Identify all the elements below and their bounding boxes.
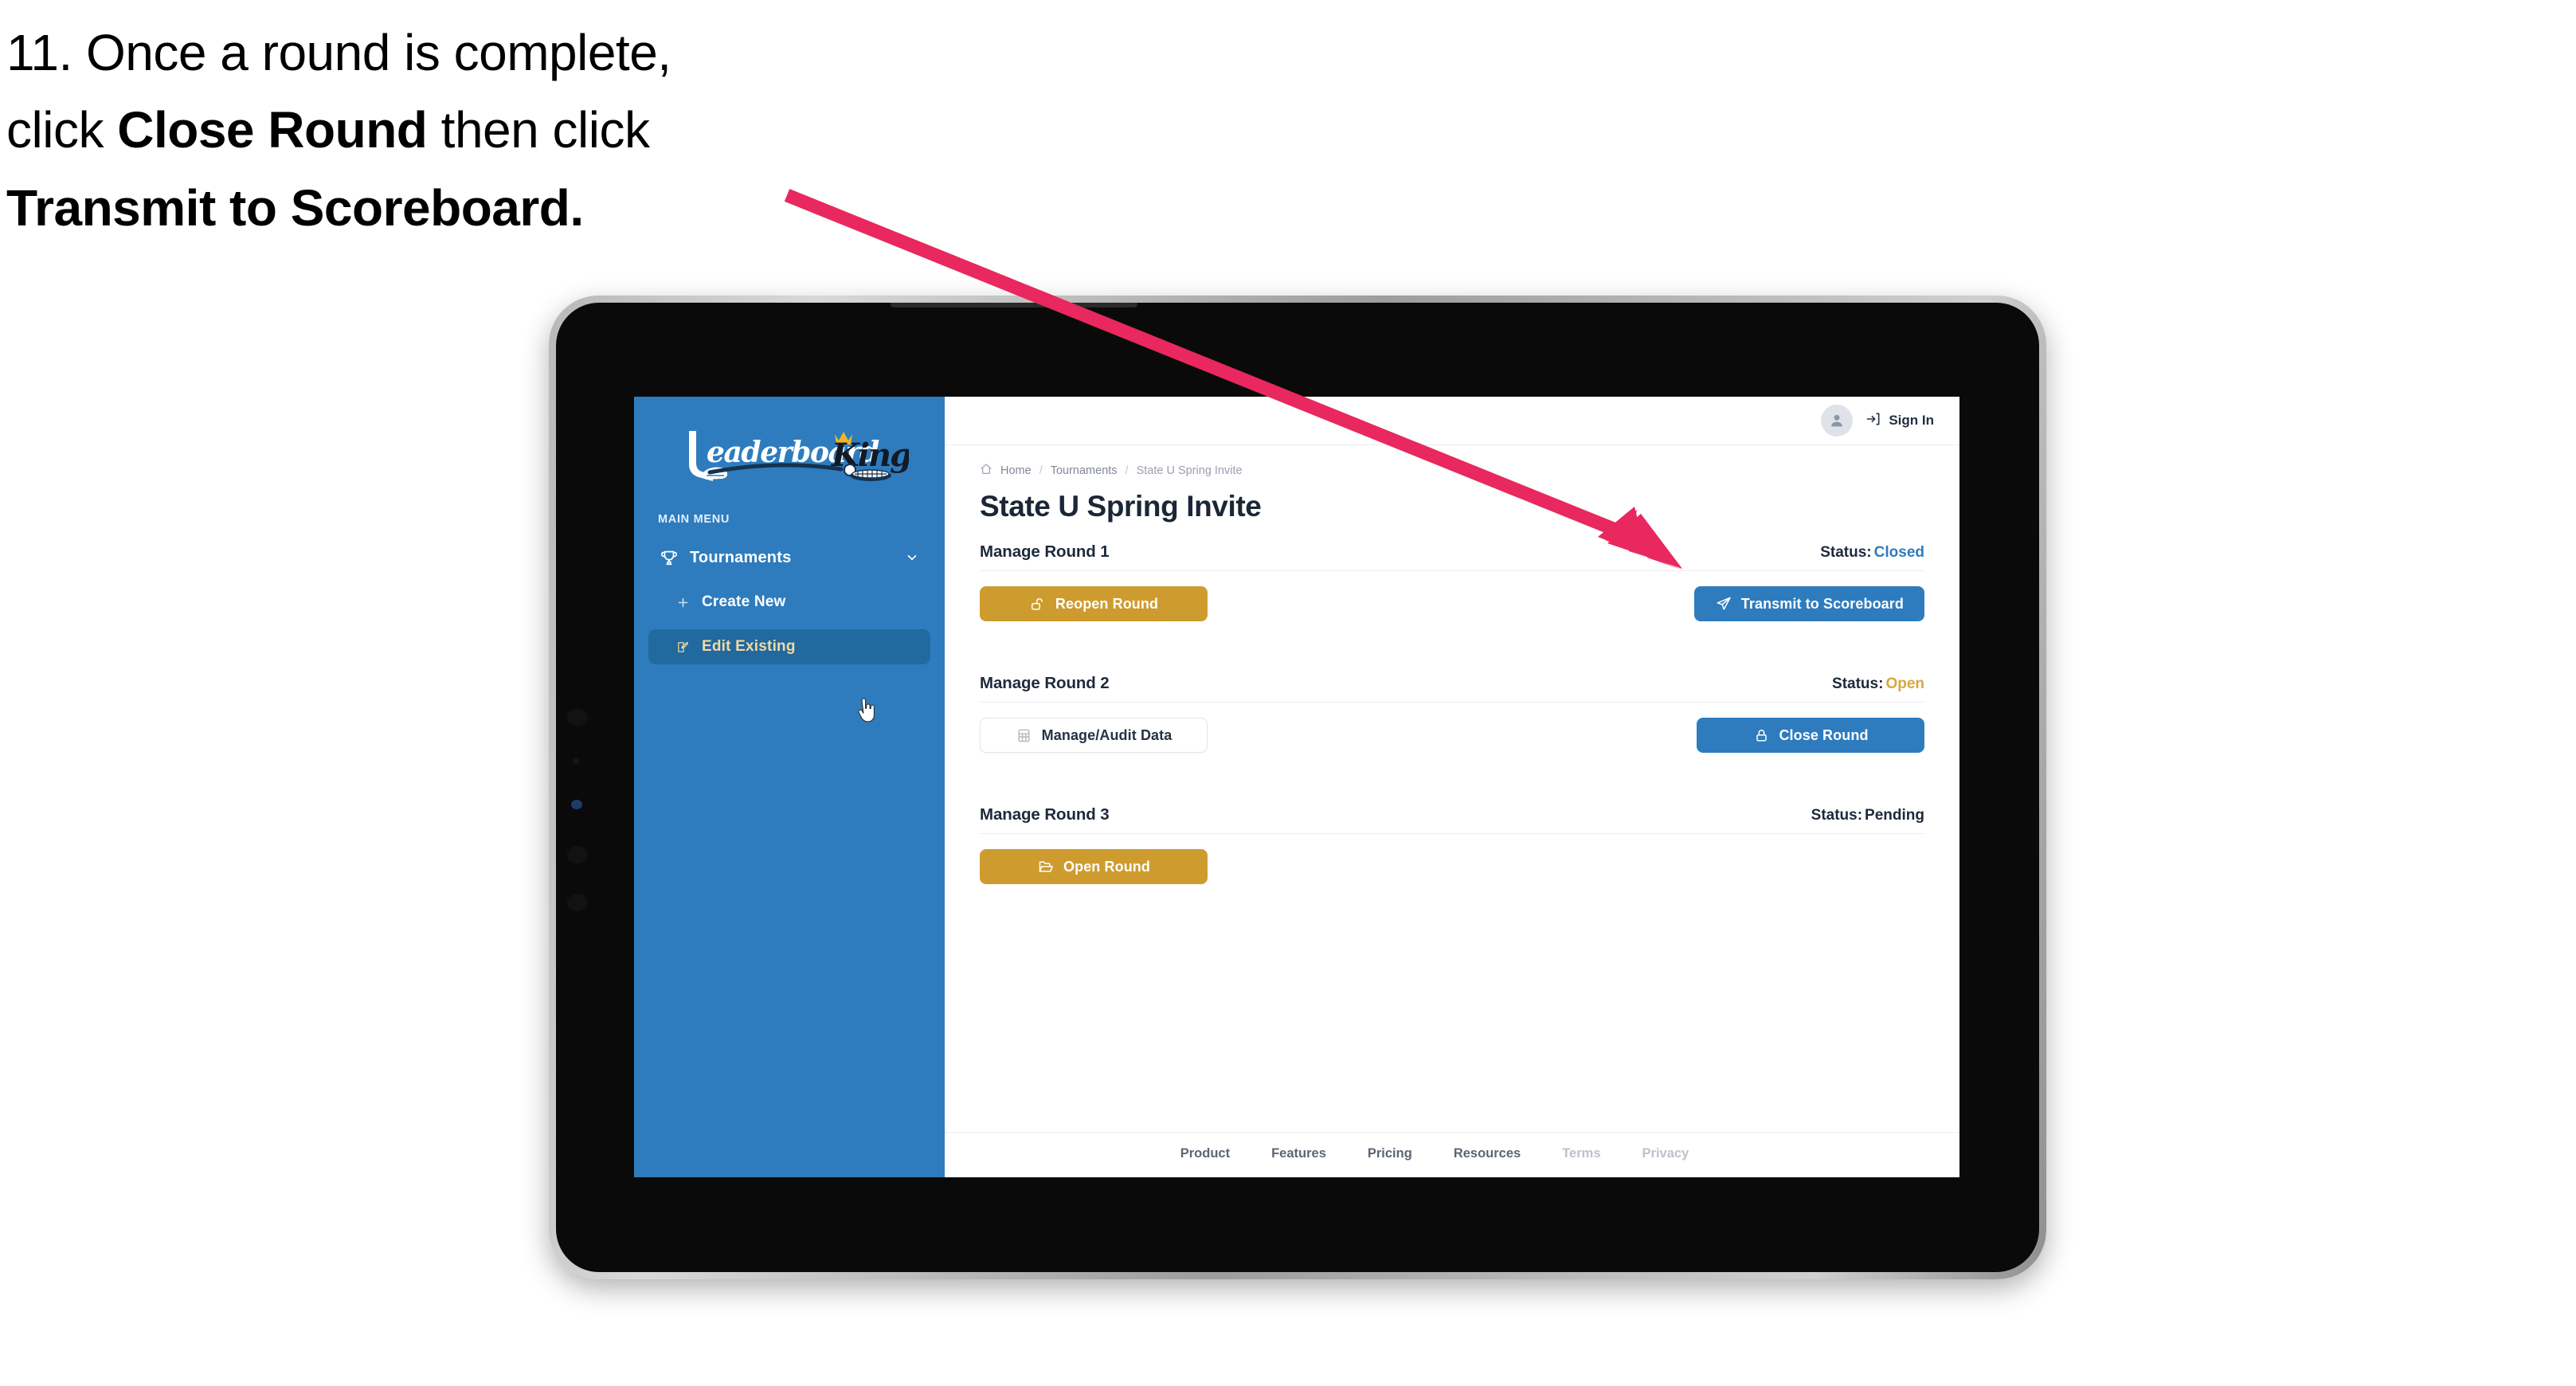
caption-line-2: click Close Round then click <box>6 101 650 159</box>
button-label: Manage/Audit Data <box>1041 726 1173 743</box>
tablet-camera-lens <box>571 800 582 809</box>
lock-icon <box>1752 726 1770 744</box>
tablet-sensor-dot <box>567 846 588 863</box>
sidebar-section-label: MAIN MENU <box>658 513 730 526</box>
button-label: Transmit to Scoreboard <box>1740 595 1904 612</box>
leaderboardking-logo: eaderboard King <box>689 431 909 481</box>
main-content: Sign In Home / Tournaments / State U Spr… <box>945 397 1959 1177</box>
button-label: Close Round <box>1779 726 1869 743</box>
tablet-sensor-dot <box>573 758 579 764</box>
reopen-round-button[interactable]: Reopen Round <box>980 586 1208 621</box>
round-header: Manage Round 1 Status: Closed <box>980 542 1924 571</box>
sign-in-arrow-icon <box>1865 411 1881 431</box>
sign-in-button[interactable]: Sign In <box>1865 411 1934 431</box>
round-header: Manage Round 3 Status: Pending <box>980 805 1924 834</box>
footer: Product Features Pricing Resources Terms… <box>945 1132 1959 1177</box>
round-block-2: Manage Round 2 Status: Open Manage/Audit… <box>980 674 1924 754</box>
plus-icon <box>672 593 693 611</box>
breadcrumb-item-current: State U Spring Invite <box>1136 464 1243 477</box>
button-label: Reopen Round <box>1055 595 1159 612</box>
open-round-button[interactable]: Open Round <box>980 849 1208 884</box>
open-folder-icon <box>1037 858 1055 875</box>
button-label: Open Round <box>1063 858 1150 875</box>
breadcrumb-separator: / <box>1039 464 1043 477</box>
round-title: Manage Round 1 <box>980 542 1110 561</box>
round-header: Manage Round 2 Status: Open <box>980 674 1924 703</box>
caption-line-1: 11. Once a round is complete, <box>6 24 671 81</box>
footer-link-features[interactable]: Features <box>1271 1146 1326 1161</box>
transmit-to-scoreboard-button[interactable]: Transmit to Scoreboard <box>1693 586 1924 621</box>
round-actions: Manage/Audit Data Close Round <box>980 703 1924 754</box>
status-badge: Status: Open <box>1832 675 1924 693</box>
table-grid-icon <box>1016 726 1033 744</box>
sidebar-item-tournaments[interactable]: Tournaments <box>648 540 930 575</box>
breadcrumb-item-tournaments[interactable]: Tournaments <box>1051 464 1118 477</box>
chevron-down-icon[interactable] <box>903 549 921 566</box>
tablet-sensor-dot <box>567 894 588 911</box>
caption-bold-close-round: Close Round <box>117 101 428 159</box>
footer-link-product[interactable]: Product <box>1180 1146 1230 1161</box>
pointer-hand-cursor <box>855 698 876 723</box>
footer-link-terms[interactable]: Terms <box>1562 1146 1600 1161</box>
status-badge: Status: Pending <box>1811 807 1924 824</box>
edit-square-icon <box>672 638 693 656</box>
logo-wrapper[interactable]: eaderboard King <box>634 397 945 494</box>
sidebar: eaderboard King MAIN MENU Tournaments Cr… <box>634 397 945 1177</box>
status-badge: Status: Closed <box>1820 544 1924 562</box>
round-block-1: Manage Round 1 Status: Closed Reopen Rou… <box>980 542 1924 623</box>
tablet-top-notch <box>891 303 1137 307</box>
sign-in-label: Sign In <box>1889 413 1934 428</box>
round-block-3: Manage Round 3 Status: Pending Open Roun… <box>980 805 1924 886</box>
status-value: Open <box>1885 675 1924 692</box>
page-body: Home / Tournaments / State U Spring Invi… <box>945 445 1959 1132</box>
manage-audit-data-button[interactable]: Manage/Audit Data <box>980 718 1208 753</box>
breadcrumb: Home / Tournaments / State U Spring Invi… <box>980 463 1924 479</box>
app-screen: eaderboard King MAIN MENU Tournaments Cr… <box>634 397 1959 1177</box>
sidebar-item-label: Tournaments <box>690 548 792 566</box>
sidebar-subitem-label: Create New <box>702 593 786 610</box>
footer-link-pricing[interactable]: Pricing <box>1368 1146 1412 1161</box>
round-actions: Reopen Round Transmit to Scoreboard <box>980 571 1924 623</box>
caption-line-3: Transmit to Scoreboard. <box>6 170 851 247</box>
footer-link-privacy[interactable]: Privacy <box>1642 1146 1689 1161</box>
close-round-button[interactable]: Close Round <box>1697 718 1924 753</box>
top-bar: Sign In <box>945 397 1959 445</box>
status-label: Status: <box>1832 675 1884 692</box>
caption-bold-transmit: Transmit to Scoreboard. <box>6 178 584 237</box>
svg-text:King: King <box>831 437 909 474</box>
round-actions: Open Round <box>980 834 1924 886</box>
status-label: Status: <box>1820 544 1872 561</box>
tablet-sensor-dot <box>567 709 588 726</box>
avatar[interactable] <box>1821 405 1854 437</box>
footer-link-resources[interactable]: Resources <box>1454 1146 1521 1161</box>
home-icon[interactable] <box>980 463 992 479</box>
round-title: Manage Round 3 <box>980 805 1110 824</box>
breadcrumb-item-home[interactable]: Home <box>1000 464 1032 477</box>
status-value: Closed <box>1873 544 1924 561</box>
instruction-caption: 11. Once a round is complete, click Clos… <box>6 14 851 247</box>
sidebar-item-create-new[interactable]: Create New <box>648 585 930 620</box>
paper-plane-icon <box>1715 595 1732 613</box>
status-value: Pending <box>1865 807 1924 824</box>
unlock-icon <box>1029 595 1047 613</box>
page-title: State U Spring Invite <box>980 490 1262 523</box>
sidebar-item-edit-existing[interactable]: Edit Existing <box>648 629 930 664</box>
status-label: Status: <box>1811 807 1863 824</box>
breadcrumb-separator: / <box>1125 464 1129 477</box>
trophy-icon <box>658 548 680 567</box>
round-title: Manage Round 2 <box>980 674 1110 692</box>
sidebar-subitem-label: Edit Existing <box>702 638 796 655</box>
